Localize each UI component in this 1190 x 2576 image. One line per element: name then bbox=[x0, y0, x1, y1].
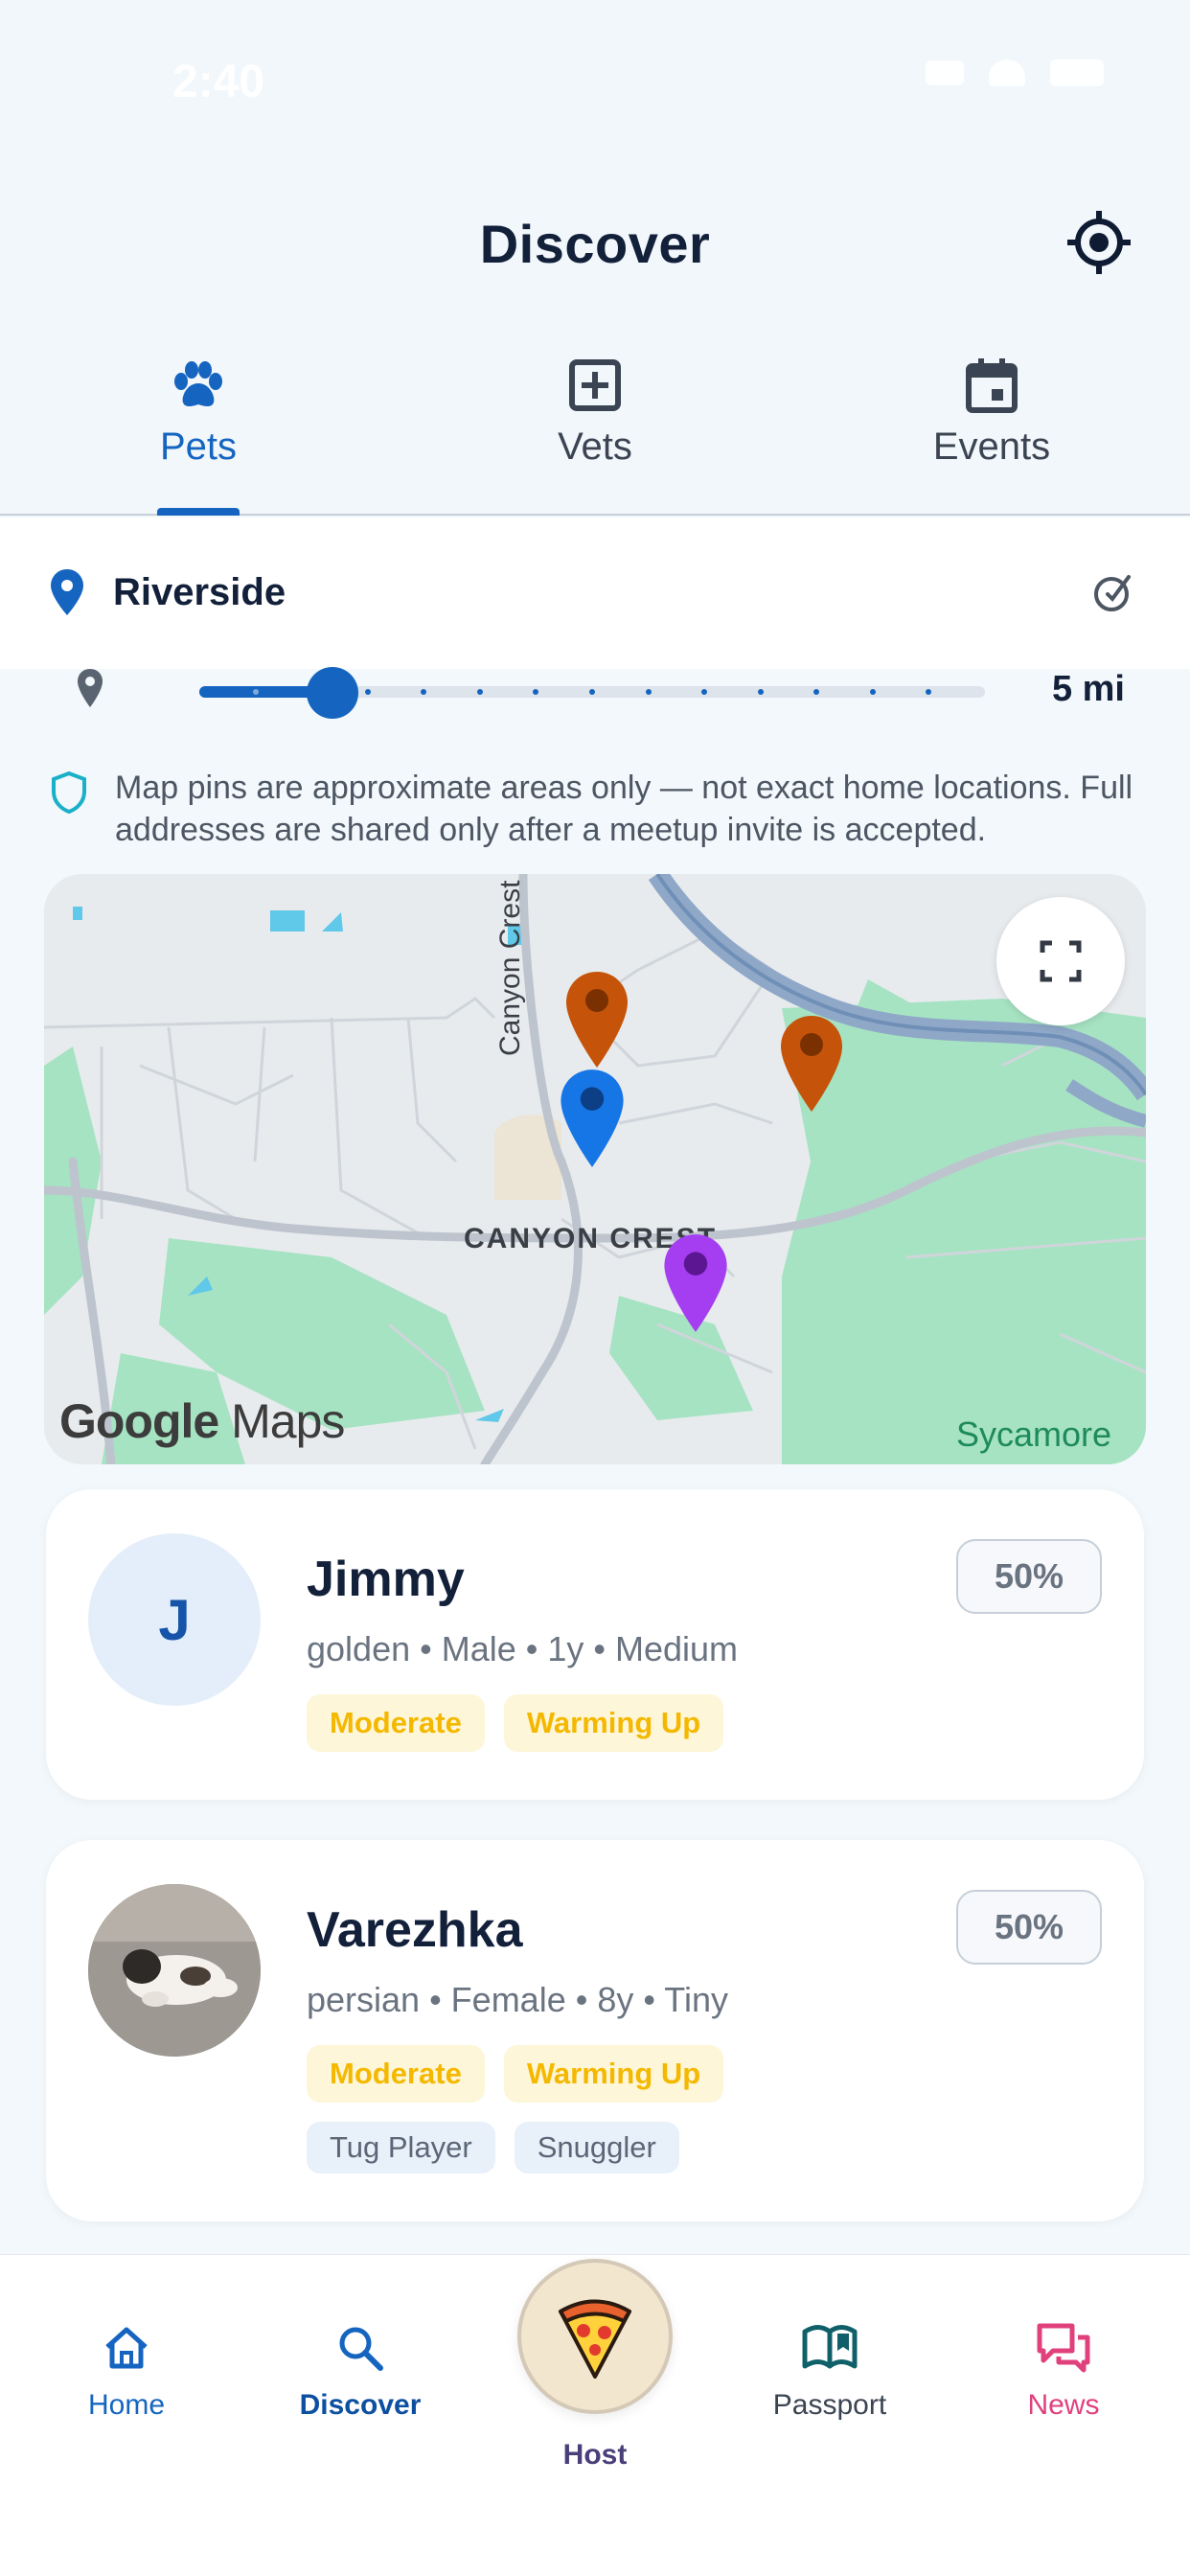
nav-discover[interactable]: Discover bbox=[264, 2322, 456, 2422]
slider-step-dot bbox=[813, 689, 820, 695]
book-open-icon bbox=[802, 2325, 858, 2369]
radius-slider[interactable] bbox=[199, 667, 985, 719]
slider-step-dot bbox=[869, 689, 876, 695]
nav-label: Passport bbox=[772, 2389, 887, 2421]
radius-pin-icon bbox=[78, 669, 103, 707]
pet-details: golden • Male • 1y • Medium bbox=[307, 1629, 739, 1668]
match-badge: 50% bbox=[956, 1890, 1102, 1965]
home-icon bbox=[105, 2327, 148, 2369]
pet-avatar: J bbox=[88, 1533, 261, 1706]
paw-icon bbox=[174, 361, 222, 406]
bottom-nav: Home Discover Host Passport News bbox=[0, 2254, 1190, 2576]
slider-step-dot bbox=[701, 689, 708, 695]
chat-bubbles-icon bbox=[1037, 2323, 1090, 2373]
map-street-label: Canyon Crest bbox=[494, 880, 526, 1056]
pet-details: persian • Female • 8y • Tiny bbox=[307, 1980, 728, 2019]
location-name: Riverside bbox=[113, 571, 286, 613]
status-time: 2:40 bbox=[172, 57, 265, 107]
energy-tag: Moderate bbox=[307, 1694, 485, 1752]
discover-tabs: Pets Vets Events bbox=[0, 326, 1190, 516]
radius-row: 5 mi bbox=[0, 661, 1190, 723]
pet-name: Jimmy bbox=[307, 1552, 465, 1607]
map-expand-button[interactable] bbox=[996, 897, 1125, 1025]
location-selector[interactable]: Riverside bbox=[0, 518, 1190, 669]
map-view[interactable]: Canyon Crest CANYON CREST Google Maps Sy… bbox=[44, 874, 1146, 1464]
location-edit-icon[interactable] bbox=[1085, 564, 1142, 621]
pet-pin-orange[interactable] bbox=[561, 968, 632, 1071]
locate-me-button[interactable] bbox=[1065, 209, 1133, 276]
temperament-tags: Moderate Warming Up bbox=[307, 2045, 724, 2103]
status-icons bbox=[926, 59, 1104, 86]
trait-tag: Tug Player bbox=[307, 2122, 495, 2174]
nav-label: News bbox=[1027, 2389, 1100, 2421]
calendar-icon bbox=[966, 358, 1018, 413]
radius-value: 5 mi bbox=[1051, 669, 1125, 709]
shield-icon bbox=[52, 770, 86, 815]
radius-slider-thumb[interactable] bbox=[307, 667, 359, 719]
nav-label: Host bbox=[562, 2439, 628, 2471]
google-maps-logo: Google Maps bbox=[59, 1393, 345, 1449]
nav-home[interactable]: Home bbox=[31, 2322, 222, 2422]
slider-step-dot bbox=[421, 689, 427, 695]
slider-step-dot bbox=[533, 689, 539, 695]
tab-vets[interactable]: Vets bbox=[397, 326, 793, 514]
fullscreen-icon bbox=[1040, 940, 1082, 982]
tab-label: Events bbox=[932, 426, 1051, 468]
medical-plus-icon bbox=[569, 359, 621, 411]
slider-step-dot bbox=[476, 689, 483, 695]
nav-label: Discover bbox=[299, 2389, 422, 2421]
slider-step-dot bbox=[364, 689, 371, 695]
wifi-icon bbox=[989, 59, 1025, 86]
map-corner-label: Sycamore bbox=[955, 1414, 1111, 1454]
nav-news[interactable]: News bbox=[968, 2322, 1159, 2422]
crosshair-icon bbox=[1067, 211, 1131, 274]
cat-photo-icon bbox=[88, 1884, 261, 2057]
slider-step-dot bbox=[252, 689, 259, 695]
active-tab-indicator bbox=[157, 508, 240, 516]
privacy-text: Map pins are approximate areas only — no… bbox=[115, 770, 1133, 848]
map-logo-google: Google bbox=[59, 1394, 219, 1448]
nav-label: Home bbox=[87, 2389, 166, 2421]
tab-pets[interactable]: Pets bbox=[0, 326, 397, 516]
slider-step-dot bbox=[926, 689, 932, 695]
battery-icon bbox=[1050, 59, 1104, 86]
pizza-icon bbox=[559, 2299, 631, 2379]
tab-label: Vets bbox=[558, 426, 632, 468]
pet-pin-orange[interactable] bbox=[776, 1012, 847, 1116]
map-logo-maps: Maps bbox=[231, 1394, 345, 1448]
slider-step-dot bbox=[645, 689, 652, 695]
social-tag: Warming Up bbox=[503, 2045, 724, 2103]
pet-card[interactable]: Varezhka persian • Female • 8y • Tiny 50… bbox=[46, 1840, 1144, 2221]
tab-label: Pets bbox=[159, 426, 238, 468]
energy-tag: Moderate bbox=[307, 2045, 485, 2103]
status-bar: 2:40 bbox=[0, 0, 1190, 172]
pet-pin-blue[interactable] bbox=[556, 1066, 629, 1171]
trait-tag: Snuggler bbox=[514, 2122, 679, 2174]
host-button[interactable] bbox=[517, 2259, 673, 2414]
slider-step-dot bbox=[757, 689, 764, 695]
nav-passport[interactable]: Passport bbox=[734, 2322, 926, 2422]
temperament-tags: Moderate Warming Up bbox=[307, 1694, 724, 1752]
signal-icon bbox=[926, 60, 964, 85]
pet-name: Varezhka bbox=[307, 1902, 523, 1958]
trait-tags: Tug Player Snuggler bbox=[307, 2122, 679, 2174]
search-icon bbox=[339, 2327, 383, 2371]
location-pin-icon bbox=[51, 569, 83, 615]
page-title: Discover bbox=[479, 214, 711, 274]
pet-card[interactable]: J Jimmy golden • Male • 1y • Medium 50% … bbox=[46, 1489, 1144, 1800]
slider-step-dot bbox=[589, 689, 595, 695]
tab-events[interactable]: Events bbox=[793, 326, 1190, 514]
social-tag: Warming Up bbox=[503, 1694, 724, 1752]
header: Discover bbox=[0, 172, 1190, 326]
pet-pin-purple[interactable] bbox=[659, 1230, 732, 1336]
match-badge: 50% bbox=[956, 1539, 1102, 1614]
pet-photo bbox=[88, 1884, 261, 2057]
